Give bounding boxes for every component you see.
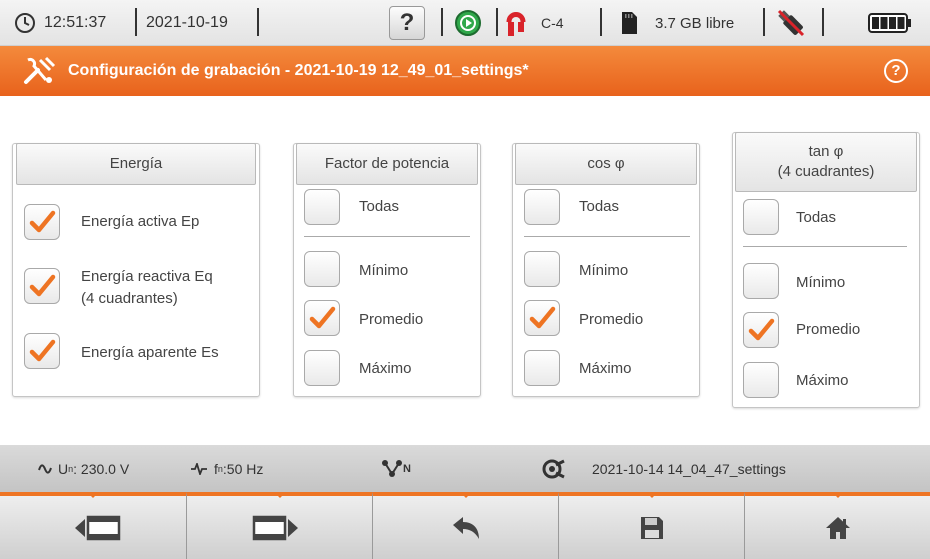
page-title: Configuración de grabación - 2021-10-19 … [68, 62, 529, 79]
checkbox-active-energy[interactable] [24, 204, 60, 240]
checkbox-tan-min[interactable] [743, 263, 779, 299]
play-circle-icon[interactable] [454, 0, 482, 46]
checkbox-tan-max[interactable] [743, 362, 779, 398]
tools-icon [22, 56, 56, 91]
checkbox-pf-all[interactable] [304, 189, 340, 225]
energy-panel-header: Energía [16, 143, 256, 185]
check-icon [29, 339, 56, 362]
status-date: 2021-10-19 [146, 14, 228, 31]
tan-phi-header-line2: (4 cuadrantes) [777, 163, 875, 180]
frequency-icon [191, 462, 207, 475]
checkbox-cos-avg[interactable] [524, 300, 560, 336]
back-button[interactable] [373, 492, 559, 559]
label-cos-all: Todas [579, 198, 620, 215]
tan-phi-header-line1: tan φ [808, 142, 844, 160]
label-cos-max: Máximo [579, 360, 632, 377]
storage-label: 3.7 GB libre [655, 14, 735, 32]
battery-icon [868, 0, 912, 46]
label-apparent-energy: Energía aparente Es [81, 344, 219, 361]
separator [743, 246, 907, 247]
next-screen-icon [252, 515, 298, 540]
check-icon [748, 318, 775, 341]
label-tan-avg: Promedio [796, 321, 861, 338]
title-bar: Configuración de grabación - 2021-10-19 … [0, 46, 930, 96]
label-cos-min: Mínimo [579, 262, 629, 279]
power-factor-panel-header: Factor de potencia [296, 143, 478, 185]
save-button[interactable] [559, 492, 745, 559]
tan-phi-panel-header: tan φ (4 cuadrantes) [735, 132, 917, 192]
frequency-readout: f n:50 Hz [190, 445, 263, 492]
settings-file-name: 2021-10-14 14_04_47_settings [592, 460, 786, 477]
label-pf-avg: Promedio [359, 311, 424, 328]
label-tan-min: Mínimo [796, 274, 846, 291]
check-icon [529, 306, 556, 329]
network-type-icon: N [381, 445, 411, 492]
checkbox-cos-max[interactable] [524, 350, 560, 386]
separator [304, 236, 470, 237]
clamp-icon [505, 0, 527, 46]
help-button[interactable]: ? [389, 6, 425, 40]
check-icon [309, 306, 336, 329]
sine-wave-icon [38, 463, 52, 474]
checkbox-apparent-energy[interactable] [24, 333, 60, 369]
label-reactive-energy-sub: (4 cuadrantes) [81, 290, 178, 307]
next-screen-button[interactable] [187, 492, 373, 559]
status-bar: 12:51:37 2021-10-19 ? C-4 3.7 GB libre [0, 0, 930, 46]
prev-screen-icon [75, 515, 121, 540]
sd-card-icon [620, 0, 638, 46]
label-pf-min: Mínimo [359, 262, 409, 279]
checkbox-tan-all[interactable] [743, 199, 779, 235]
label-pf-max: Máximo [359, 360, 412, 377]
soft-button-bar [0, 492, 930, 559]
check-icon [29, 210, 56, 233]
checkbox-pf-max[interactable] [304, 350, 340, 386]
checkbox-reactive-energy[interactable] [24, 268, 60, 304]
usb-off-icon [775, 0, 807, 46]
home-button[interactable] [745, 492, 930, 559]
back-icon [452, 516, 479, 539]
cos-phi-panel-header: cos φ [515, 143, 697, 185]
check-icon [29, 274, 56, 297]
label-tan-all: Todas [796, 209, 837, 226]
title-help-button[interactable]: ? [884, 59, 908, 83]
checkbox-pf-min[interactable] [304, 251, 340, 287]
voltage-readout: Un: 230.0 V [38, 445, 129, 492]
checkbox-pf-avg[interactable] [304, 300, 340, 336]
clock-icon [14, 0, 36, 46]
info-bar: Un: 230.0 V f n:50 Hz N 2021-10-14 14_04_… [0, 445, 930, 492]
prev-screen-button[interactable] [0, 492, 187, 559]
label-reactive-energy: Energía reactiva Eq [81, 268, 213, 285]
home-icon [825, 516, 850, 539]
label-active-energy: Energía activa Ep [81, 213, 200, 230]
separator [524, 236, 690, 237]
checkbox-cos-all[interactable] [524, 189, 560, 225]
label-cos-avg: Promedio [579, 311, 644, 328]
checkbox-tan-avg[interactable] [743, 312, 779, 348]
save-icon [640, 516, 663, 539]
label-pf-all: Todas [359, 198, 400, 215]
checkbox-cos-min[interactable] [524, 251, 560, 287]
clamp-label: C-4 [541, 15, 564, 31]
settings-file-icon [542, 445, 566, 492]
label-tan-max: Máximo [796, 372, 849, 389]
status-time: 12:51:37 [44, 14, 107, 31]
